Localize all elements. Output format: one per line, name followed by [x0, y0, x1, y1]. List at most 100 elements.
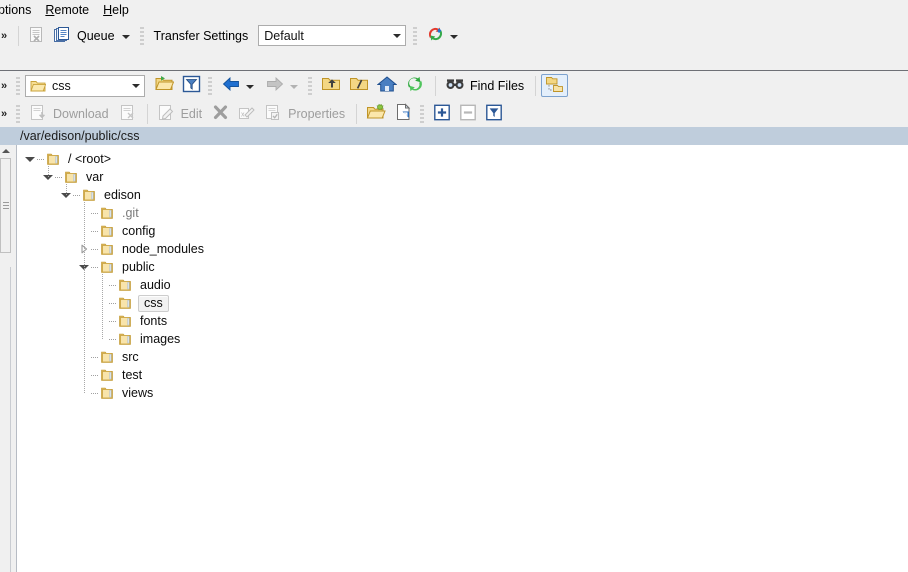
queue-list-button[interactable]	[24, 24, 49, 47]
tree-expander-open-icon[interactable]	[23, 150, 37, 168]
delete-x-icon	[212, 104, 229, 124]
forward-arrow-icon	[265, 76, 285, 95]
find-files-icon	[445, 75, 465, 96]
open-directory-icon	[154, 75, 175, 96]
toolbar-overflow-chevron-1[interactable]: »	[0, 30, 13, 42]
toolbar-gripper-2[interactable]	[412, 26, 420, 45]
open-directory-button[interactable]	[150, 74, 178, 97]
selection-add-button[interactable]	[429, 102, 455, 125]
tree-item-src[interactable]: src	[17, 348, 908, 366]
scrollbar-thumb[interactable]	[0, 158, 11, 253]
left-pane-scrollbar[interactable]	[0, 145, 11, 267]
selection-filter-button[interactable]	[481, 102, 507, 125]
menu-item-remote[interactable]: Remote	[38, 1, 96, 19]
download-button[interactable]: Download	[25, 102, 115, 125]
selection-tools-gripper[interactable]	[419, 104, 427, 123]
edit-button[interactable]: Edit	[153, 102, 209, 125]
parent-directory-button[interactable]	[317, 74, 345, 97]
file-toolbar-gripper[interactable]	[15, 104, 22, 123]
tree-item-fonts[interactable]: fonts	[17, 312, 908, 330]
queue-toolbar: » Queue Transfer Settings Default	[0, 20, 908, 51]
download-options-button[interactable]	[115, 102, 142, 125]
folder-icon	[100, 348, 117, 366]
folder-icon	[100, 366, 117, 384]
tree-item-label: audio	[140, 278, 171, 292]
tree-guide-line	[48, 166, 49, 177]
home-directory-icon	[376, 75, 398, 96]
new-directory-icon	[366, 103, 386, 124]
tree-item-edison[interactable]: edison	[17, 186, 908, 204]
scrollbar-up-arrow-icon[interactable]	[0, 145, 11, 157]
tree-item-audio[interactable]: audio	[17, 276, 908, 294]
toolbar-overflow-chevron-3[interactable]: »	[0, 108, 13, 120]
forward-button[interactable]	[261, 74, 305, 97]
delete-button[interactable]	[208, 102, 233, 125]
tree-item-test[interactable]: test	[17, 366, 908, 384]
transfer-settings-combobox[interactable]: Default	[258, 25, 407, 46]
file-operations-toolbar: » Download Edit x Properties	[0, 100, 908, 127]
tree-item-git[interactable]: .git	[17, 204, 908, 222]
queue-button-label: Queue	[77, 28, 115, 43]
new-file-icon	[394, 103, 413, 124]
remote-directory-combobox[interactable]: css	[25, 74, 145, 97]
tree-item-css[interactable]: css	[17, 294, 908, 312]
selection-remove-button[interactable]	[455, 102, 481, 125]
home-directory-button[interactable]	[373, 74, 401, 97]
download-icon	[29, 104, 48, 124]
tree-item-label: test	[122, 368, 143, 382]
selection-remove-icon	[459, 104, 477, 124]
tree-item-var[interactable]: var	[17, 168, 908, 186]
tree-item-public[interactable]: public	[17, 258, 908, 276]
menu-item-options[interactable]: ptions	[0, 1, 38, 19]
navigation-toolbar: » css Find Files	[0, 71, 908, 100]
remote-directory-dropdown-icon[interactable]	[127, 76, 144, 95]
rename-button[interactable]: x	[233, 102, 260, 125]
nav-toolbar-gripper[interactable]	[15, 76, 22, 95]
tree-connector-line	[55, 168, 64, 186]
remote-path-text: /var/edison/public/css	[20, 129, 140, 143]
menu-item-help-mnemonic: H	[103, 3, 113, 17]
queue-dropdown-chevron-icon[interactable]	[121, 34, 130, 39]
new-separator	[356, 103, 358, 124]
tree-connector-line	[91, 204, 100, 222]
tree-item-label: fonts	[140, 314, 168, 328]
tree-item-images[interactable]: images	[17, 330, 908, 348]
session-color-dropdown-chevron-icon[interactable]	[450, 34, 459, 39]
tree-connector-line	[109, 294, 118, 312]
tree-item-root[interactable]: / <root>	[17, 150, 908, 168]
find-files-button[interactable]: Find Files	[441, 74, 530, 97]
tree-item-node-modules[interactable]: node_modules	[17, 240, 908, 258]
tree-item-label: config	[122, 224, 156, 238]
queue-button[interactable]: Queue	[49, 24, 137, 47]
forward-history-chevron-icon[interactable]	[290, 84, 298, 89]
filter-button[interactable]	[178, 74, 205, 97]
left-pane-edge	[0, 145, 11, 572]
tree-item-views[interactable]: views	[17, 384, 908, 402]
directory-tree-panel[interactable]: / <root> var edison .git config node_modules p…	[16, 145, 908, 572]
properties-button[interactable]: Properties	[260, 102, 351, 125]
filter-icon	[182, 75, 201, 96]
scrollbar-thumb-grip-icon	[2, 202, 9, 209]
refresh-button[interactable]	[401, 74, 429, 97]
back-history-chevron-icon[interactable]	[246, 84, 254, 89]
toolbar-gripper[interactable]	[138, 26, 146, 45]
tree-item-config[interactable]: config	[17, 222, 908, 240]
root-directory-button[interactable]	[345, 74, 373, 97]
new-directory-button[interactable]	[362, 102, 390, 125]
tree-item-label: / <root>	[68, 152, 112, 166]
back-button[interactable]	[217, 74, 261, 97]
root-directory-icon	[349, 75, 369, 96]
new-file-button[interactable]	[390, 102, 417, 125]
menu-item-help[interactable]: Help	[96, 1, 136, 19]
tree-connector-line	[91, 258, 100, 276]
tree-item-label: images	[140, 332, 181, 346]
dir-nav-gripper[interactable]	[307, 76, 314, 95]
session-color-button[interactable]	[422, 24, 465, 47]
transfer-settings-dropdown-icon[interactable]	[388, 26, 406, 45]
menu-item-help-label: elp	[112, 3, 129, 17]
directory-tree-toggle-button[interactable]	[541, 74, 569, 97]
properties-icon	[264, 104, 283, 124]
transfer-settings-label: Transfer Settings	[153, 28, 249, 43]
nav-arrows-gripper[interactable]	[207, 76, 214, 95]
toolbar-overflow-chevron-2[interactable]: »	[0, 80, 13, 92]
